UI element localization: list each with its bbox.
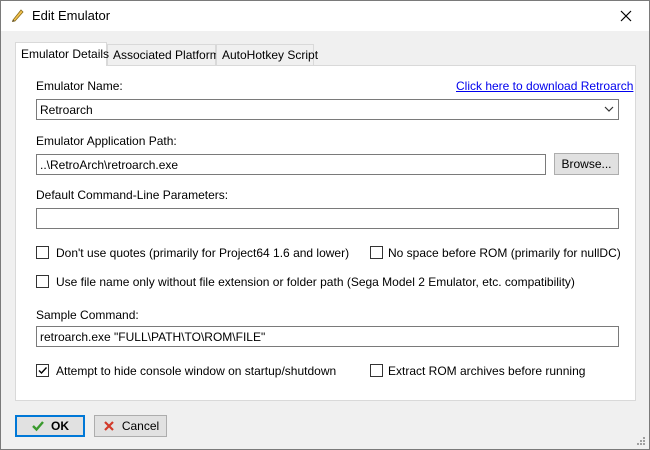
sample-command-field[interactable]: retroarch.exe "FULL\PATH\TO\ROM\FILE": [36, 326, 619, 347]
ok-label: OK: [51, 419, 69, 433]
extract-rom-checkbox[interactable]: [370, 364, 383, 377]
title-bar: Edit Emulator: [1, 1, 649, 31]
app-path-label: Emulator Application Path:: [36, 134, 177, 148]
no-quotes-checkbox[interactable]: [36, 246, 49, 259]
emulator-name-label: Emulator Name:: [36, 79, 123, 93]
no-quotes-label: Don't use quotes (primarily for Project6…: [56, 246, 350, 260]
emulator-name-combo[interactable]: Retroarch: [36, 99, 619, 120]
resize-grip-icon[interactable]: [636, 436, 646, 446]
checkmark-icon: [32, 421, 44, 432]
cmdline-label: Default Command-Line Parameters:: [36, 188, 229, 202]
edit-emulator-window: Edit Emulator Emulator Details Associate…: [0, 0, 650, 450]
filename-only-label: Use file name only without file extensio…: [56, 275, 575, 289]
browse-button[interactable]: Browse...: [554, 153, 619, 175]
sample-command-label: Sample Command:: [36, 308, 139, 322]
tab-emulator-details[interactable]: Emulator Details: [15, 42, 109, 66]
hide-console-checkbox[interactable]: [36, 364, 49, 377]
cancel-label: Cancel: [121, 419, 160, 433]
close-icon: [620, 10, 632, 22]
cancel-button[interactable]: Cancel: [94, 415, 167, 437]
cmdline-input[interactable]: [36, 208, 619, 229]
hide-console-label: Attempt to hide console window on startu…: [56, 364, 337, 378]
pencil-icon: [10, 7, 26, 23]
app-path-input[interactable]: ..\RetroArch\retroarch.exe: [36, 154, 546, 175]
close-button[interactable]: [603, 1, 649, 31]
ok-button[interactable]: OK: [15, 415, 85, 437]
download-retroarch-link[interactable]: Click here to download Retroarch: [456, 79, 633, 93]
emulator-details-panel: Emulator Name: Click here to download Re…: [15, 65, 636, 401]
checkmark-icon: [38, 367, 48, 375]
tab-associated-platforms[interactable]: Associated Platforms: [107, 44, 226, 65]
extract-rom-label: Extract ROM archives before running: [388, 364, 586, 378]
filename-only-checkbox[interactable]: [36, 275, 49, 288]
tab-autohotkey-script[interactable]: AutoHotkey Script: [216, 44, 318, 65]
window-title: Edit Emulator: [32, 8, 111, 23]
emulator-name-value: Retroarch: [40, 103, 93, 117]
no-space-label: No space before ROM (primarily for nullD…: [388, 246, 621, 260]
no-space-checkbox[interactable]: [370, 246, 383, 259]
x-icon: [104, 421, 114, 431]
chevron-down-icon: [604, 106, 614, 112]
